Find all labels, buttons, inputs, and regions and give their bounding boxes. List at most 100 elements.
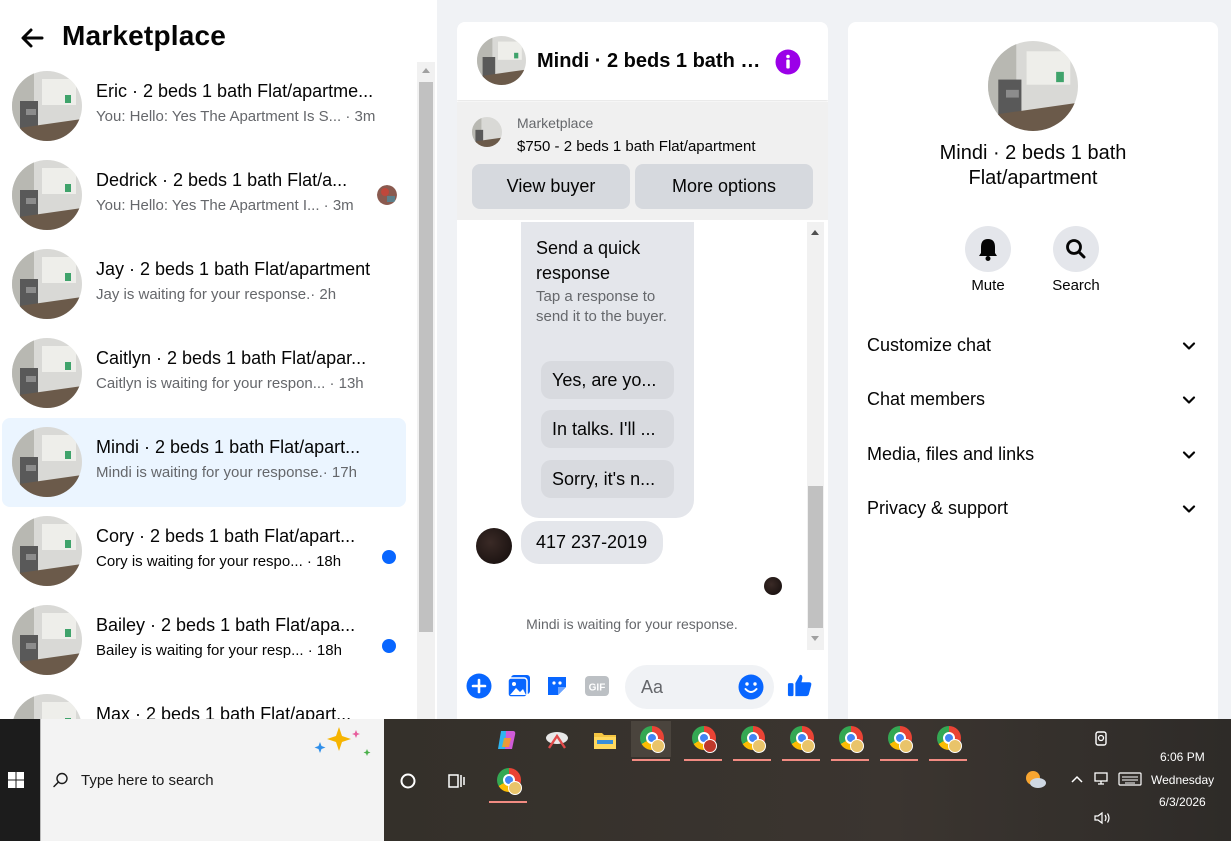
chrome-window-button[interactable] [631,721,671,761]
weather-icon[interactable] [1022,767,1048,791]
back-arrow-icon[interactable] [16,22,48,54]
mute-button[interactable] [965,226,1011,272]
chevron-down-icon [1182,342,1196,350]
conversation-snippet: Bailey is waiting for your resp... · 18h [96,642,342,659]
buyer-avatar[interactable] [476,528,512,564]
listing-price[interactable]: $750 - 2 beds 1 bath Flat/apartment [517,138,755,155]
chat-scrollbar[interactable] [807,222,824,650]
scrollbar-thumb[interactable] [419,82,433,632]
conversation-item[interactable]: Eric · 2 beds 1 bath Flat/apartme... You… [2,62,406,151]
listing-thumbnail [472,117,502,147]
start-button[interactable] [0,719,40,841]
active-indicator [929,759,967,761]
network-icon[interactable] [1093,771,1113,787]
meet-now-icon[interactable] [1093,729,1111,749]
chat-title[interactable]: Mindi · 2 beds 1 bath Flat/apartment [537,50,762,73]
chrome-window-button[interactable] [781,721,821,761]
quick-reply-option[interactable]: Sorry, it's n... [541,460,674,498]
media-files-links-section[interactable]: Media, files and links [848,434,1218,474]
clock-time[interactable]: 6:06 PM [1160,750,1205,764]
volume-icon[interactable] [1093,810,1113,826]
active-indicator [489,801,527,803]
conversation-list-scrollbar[interactable] [417,62,435,719]
chat-members-section[interactable]: Chat members [848,379,1218,419]
search-label: Search [1052,277,1100,294]
chevron-down-icon [1182,451,1196,459]
info-icon[interactable] [775,49,801,75]
chevron-up-icon[interactable] [1069,773,1085,785]
scroll-up-arrow-icon[interactable] [811,230,819,235]
scrollbar-thumb[interactable] [808,486,823,628]
photo-icon[interactable] [506,673,532,699]
active-indicator [782,759,820,761]
customize-chat-section[interactable]: Customize chat [848,325,1218,365]
search-placeholder: Type here to search [81,772,214,789]
snipping-tool-icon[interactable] [544,728,570,752]
conversation-time: · 18h [306,553,342,570]
message-thread: Send a quick response Tap a response to … [457,222,807,652]
conversation-item[interactable]: Max · 2 beds 1 bath Flat/apart... [2,685,406,719]
gif-icon[interactable]: GIF [584,673,610,699]
profile-badge-icon [508,781,522,795]
clock-day[interactable]: Wednesday [1151,773,1214,787]
sticker-icon[interactable] [544,673,570,699]
view-buyer-button[interactable]: View buyer [472,164,630,209]
task-view-icon[interactable] [446,771,466,791]
snippet-text: Mindi is waiting for your response. [96,464,323,481]
listing-source: Marketplace [517,115,594,131]
file-explorer-icon[interactable] [593,729,617,751]
chrome-window-button[interactable] [732,721,772,761]
conversation-time: · 13h [329,375,364,392]
waiting-status: Mindi is waiting for your response. [526,616,738,632]
message-composer: GIF [457,659,828,719]
chrome-window-button[interactable] [879,721,919,761]
search-icon [53,772,68,788]
left-header: Marketplace [0,0,437,68]
more-options-button[interactable]: More options [635,164,813,209]
snippet-text: Jay is waiting for your response. [96,286,311,303]
thumbs-up-icon[interactable] [787,672,813,698]
plus-circle-icon[interactable] [466,673,492,699]
details-panel: Mindi · 2 beds 1 bath Flat/apartment Mut… [848,22,1218,719]
scroll-up-arrow-icon[interactable] [422,68,430,73]
chrome-window-button[interactable] [683,721,723,761]
message-bubble[interactable]: 417 237-2019 [521,521,663,564]
conversation-title: Mindi · 2 beds 1 bath Flat/apart... [96,437,361,457]
conversation-time: · 18h [307,642,342,659]
quick-reply-option[interactable]: Yes, are yo... [541,361,674,399]
listing-avatar [12,71,82,141]
chat-header: Mindi · 2 beds 1 bath Flat/apartment [457,22,828,100]
quick-reply-option[interactable]: In talks. I'll ... [541,410,674,448]
clock-date[interactable]: 6/3/2026 [1159,795,1206,809]
chat-panel: Mindi · 2 beds 1 bath Flat/apartment Mar… [457,22,828,719]
snippet-text: Bailey is waiting for your resp... [96,642,304,659]
conversation-item[interactable]: Cory · 2 beds 1 bath Flat/apart... Cory … [2,507,406,596]
scroll-down-arrow-icon[interactable] [811,636,819,641]
search-button[interactable] [1053,226,1099,272]
chrome-window-button[interactable] [488,763,528,803]
section-label: Privacy & support [867,498,1009,518]
privacy-support-section[interactable]: Privacy & support [848,488,1218,528]
conversation-item[interactable]: Caitlyn · 2 beds 1 bath Flat/apar... Cai… [2,329,406,418]
chrome-window-button[interactable] [830,721,870,761]
emoji-icon[interactable] [738,674,764,700]
chrome-window-button[interactable] [928,721,968,761]
profile-badge-icon [850,739,864,753]
conversation-title: Cory · 2 beds 1 bath Flat/apart... [96,526,356,546]
conversation-list-panel: Marketplace Eric · 2 beds 1 bath Flat/ap… [0,0,437,719]
listing-banner: Marketplace $750 - 2 beds 1 bath Flat/ap… [457,102,828,220]
chat-avatar[interactable] [477,36,526,85]
copilot-icon[interactable] [495,728,519,752]
listing-avatar [12,427,82,497]
cortana-circle-icon[interactable] [398,771,418,791]
conversation-item[interactable]: Dedrick · 2 beds 1 bath Flat/a... You: H… [2,151,406,240]
conversation-item[interactable]: Bailey · 2 beds 1 bath Flat/apa... Baile… [2,596,406,685]
conversation-item-active[interactable]: Mindi · 2 beds 1 bath Flat/apart... Mind… [2,418,406,507]
section-label: Customize chat [867,335,992,355]
conversation-snippet: You: Hello: Yes The Apartment I... · 3m [96,197,354,214]
keyboard-icon[interactable] [1118,771,1142,787]
windows-logo-icon [8,772,24,788]
conversation-item[interactable]: Jay · 2 beds 1 bath Flat/apartment Jay i… [2,240,406,329]
listing-avatar [12,249,82,319]
taskbar-search-box[interactable]: Type here to search [40,719,384,841]
